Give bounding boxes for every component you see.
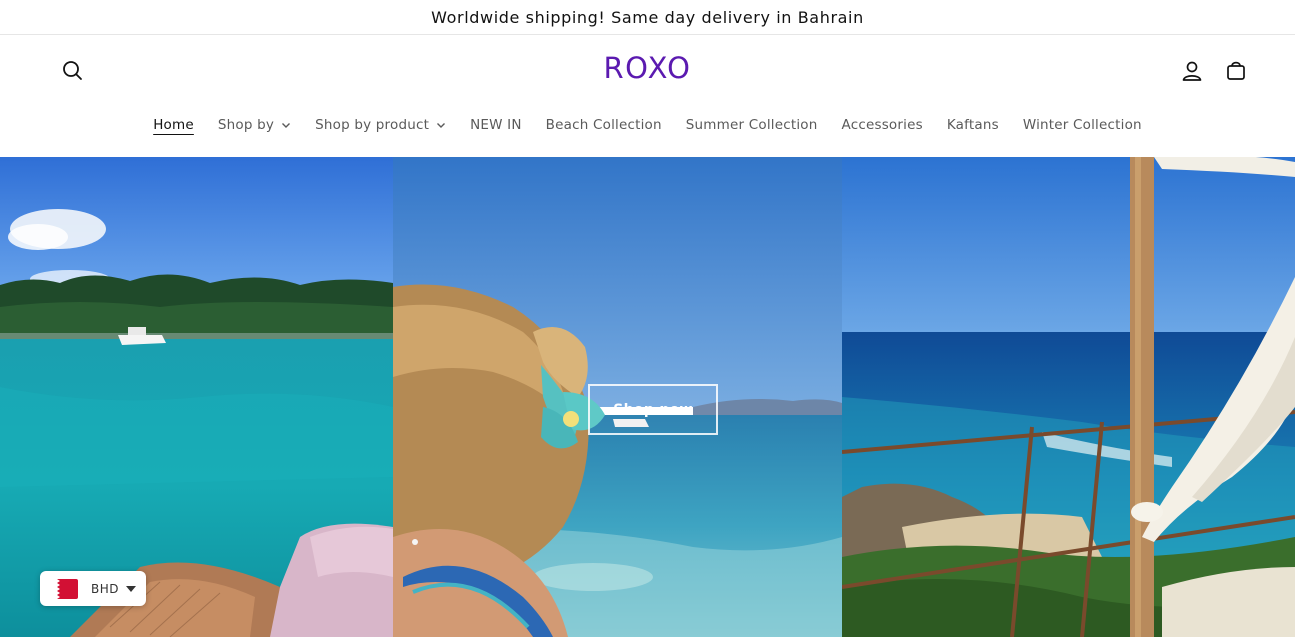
nav-item-home[interactable]: Home: [153, 117, 194, 133]
nav-item-shop-by-product[interactable]: Shop by product: [315, 117, 446, 133]
nav-label: Beach Collection: [545, 117, 662, 133]
nav-item-new-in[interactable]: NEW IN: [470, 117, 522, 133]
cart-icon: [1227, 61, 1245, 80]
announcement-bar: Worldwide shipping! Same day delivery in…: [0, 0, 1295, 35]
cart-button[interactable]: [1221, 56, 1251, 86]
nav-item-winter-collection[interactable]: Winter Collection: [1023, 117, 1142, 133]
currency-code: BHD: [91, 581, 119, 596]
hero-image-sea-terrace: [842, 157, 1295, 637]
shop-now-label: Shop now: [613, 401, 693, 418]
account-button[interactable]: [1177, 56, 1207, 86]
nav-label: Winter Collection: [1022, 117, 1142, 133]
chevron-down-icon: [282, 123, 291, 128]
nav-item-beach-collection[interactable]: Beach Collection: [546, 117, 662, 133]
nav-item-shop-by[interactable]: Shop by: [218, 117, 291, 133]
nav-label: Shop by: [217, 117, 275, 133]
main-navigation: Home Shop by Shop by product NEW IN Beac…: [0, 113, 1295, 137]
hero-image-sea-boat: [0, 157, 393, 637]
currency-selector[interactable]: BHD: [40, 571, 146, 606]
site-header: ROXO Home Shop by Shop by product NEW IN…: [0, 35, 1295, 157]
caret-down-icon: [126, 585, 136, 592]
nav-label: NEW IN: [470, 117, 522, 133]
nav-label: Shop by product: [315, 117, 430, 133]
nav-item-kaftans[interactable]: Kaftans: [947, 117, 999, 133]
user-icon: [1182, 61, 1202, 81]
chevron-down-icon: [437, 123, 446, 128]
announcement-text: Worldwide shipping! Same day delivery in…: [431, 7, 864, 27]
nav-label: Kaftans: [946, 117, 999, 133]
shop-now-button[interactable]: Shop now: [588, 384, 718, 435]
nav-item-summer-collection[interactable]: Summer Collection: [686, 117, 818, 133]
nav-label: Accessories: [841, 117, 923, 133]
logo-link[interactable]: ROXO: [604, 51, 692, 85]
site-logo: ROXO: [0, 51, 1295, 85]
nav-label: Home: [153, 117, 194, 133]
hero-banner: Shop now BHD: [0, 157, 1295, 637]
nav-label: Summer Collection: [685, 117, 818, 133]
nav-item-accessories[interactable]: Accessories: [842, 117, 923, 133]
bahrain-flag-icon: [48, 578, 78, 599]
